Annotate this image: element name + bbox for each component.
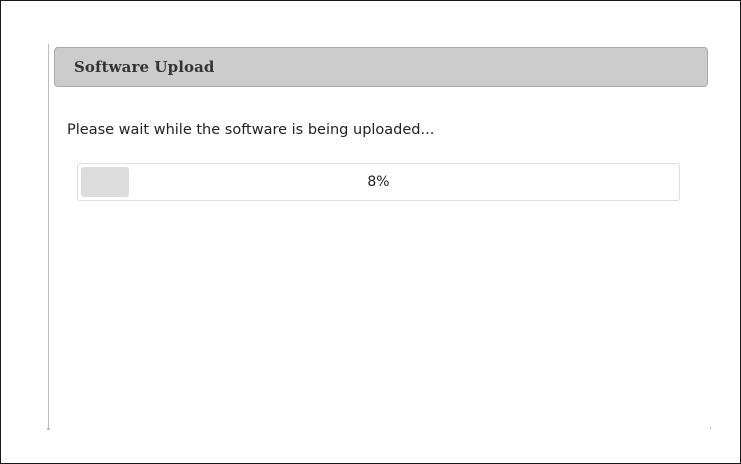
upload-window: Software Upload Please wait while the so… bbox=[0, 0, 741, 464]
upload-progress-bar: 8% bbox=[77, 163, 680, 201]
panel-title: Software Upload bbox=[74, 58, 215, 76]
status-message: Please wait while the software is being … bbox=[67, 122, 435, 138]
content-left-rule bbox=[48, 44, 49, 430]
panel-header: Software Upload bbox=[54, 47, 708, 87]
content-corner-mark bbox=[710, 427, 711, 430]
content-rule-end bbox=[47, 428, 50, 430]
progress-percent-label: 8% bbox=[367, 174, 390, 190]
